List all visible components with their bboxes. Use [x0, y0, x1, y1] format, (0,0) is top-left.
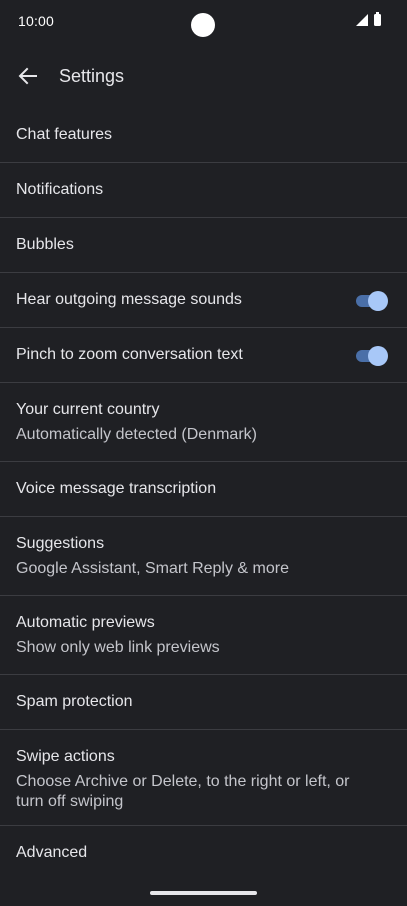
signal-icon	[356, 14, 368, 26]
setting-bubbles[interactable]: Bubbles	[0, 218, 407, 273]
battery-icon	[374, 12, 381, 26]
settings-list: Chat features Notifications Bubbles Hear…	[0, 108, 407, 884]
setting-title: Suggestions	[16, 535, 105, 552]
setting-title: Advanced	[16, 844, 88, 861]
setting-title: Pinch to zoom conversation text	[16, 346, 243, 363]
toggle-thumb	[368, 346, 388, 366]
setting-swipe-actions[interactable]: Swipe actions Choose Archive or Delete, …	[0, 730, 407, 826]
setting-subtitle: Google Assistant, Smart Reply & more	[16, 560, 289, 577]
setting-title: Hear outgoing message sounds	[16, 291, 242, 308]
setting-title: Spam protection	[16, 693, 133, 710]
setting-subtitle: Show only web link previews	[16, 639, 220, 656]
outgoing-sounds-toggle[interactable]	[356, 290, 388, 311]
setting-pinch-zoom[interactable]: Pinch to zoom conversation text	[0, 328, 407, 383]
setting-voice-transcription[interactable]: Voice message transcription	[0, 462, 407, 517]
page-title: Settings	[59, 66, 125, 86]
setting-notifications[interactable]: Notifications	[0, 163, 407, 218]
camera-cutout	[191, 13, 215, 37]
app-bar: Settings	[0, 52, 407, 100]
setting-spam-protection[interactable]: Spam protection	[0, 675, 407, 730]
setting-title: Notifications	[16, 181, 104, 198]
home-indicator[interactable]	[150, 891, 257, 895]
setting-title: Automatic previews	[16, 614, 155, 631]
setting-automatic-previews[interactable]: Automatic previews Show only web link pr…	[0, 596, 407, 675]
pinch-zoom-toggle[interactable]	[356, 345, 388, 366]
back-button[interactable]	[12, 60, 44, 92]
setting-title: Your current country	[16, 401, 160, 418]
setting-subtitle: Automatically detected (Denmark)	[16, 426, 257, 443]
status-bar: 10:00	[0, 0, 407, 44]
status-icons	[356, 12, 381, 26]
setting-title: Voice message transcription	[16, 480, 217, 497]
arrow-back-icon	[18, 67, 37, 85]
setting-subtitle: Choose Archive or Delete, to the right o…	[16, 773, 350, 810]
setting-current-country[interactable]: Your current country Automatically detec…	[0, 383, 407, 462]
setting-title: Bubbles	[16, 236, 74, 253]
status-time: 10:00	[18, 13, 55, 29]
setting-suggestions[interactable]: Suggestions Google Assistant, Smart Repl…	[0, 517, 407, 596]
setting-chat-features[interactable]: Chat features	[0, 108, 407, 163]
setting-title: Chat features	[16, 126, 113, 143]
setting-outgoing-sounds[interactable]: Hear outgoing message sounds	[0, 273, 407, 328]
setting-title: Swipe actions	[16, 748, 115, 765]
setting-advanced[interactable]: Advanced	[0, 826, 407, 884]
toggle-thumb	[368, 291, 388, 311]
